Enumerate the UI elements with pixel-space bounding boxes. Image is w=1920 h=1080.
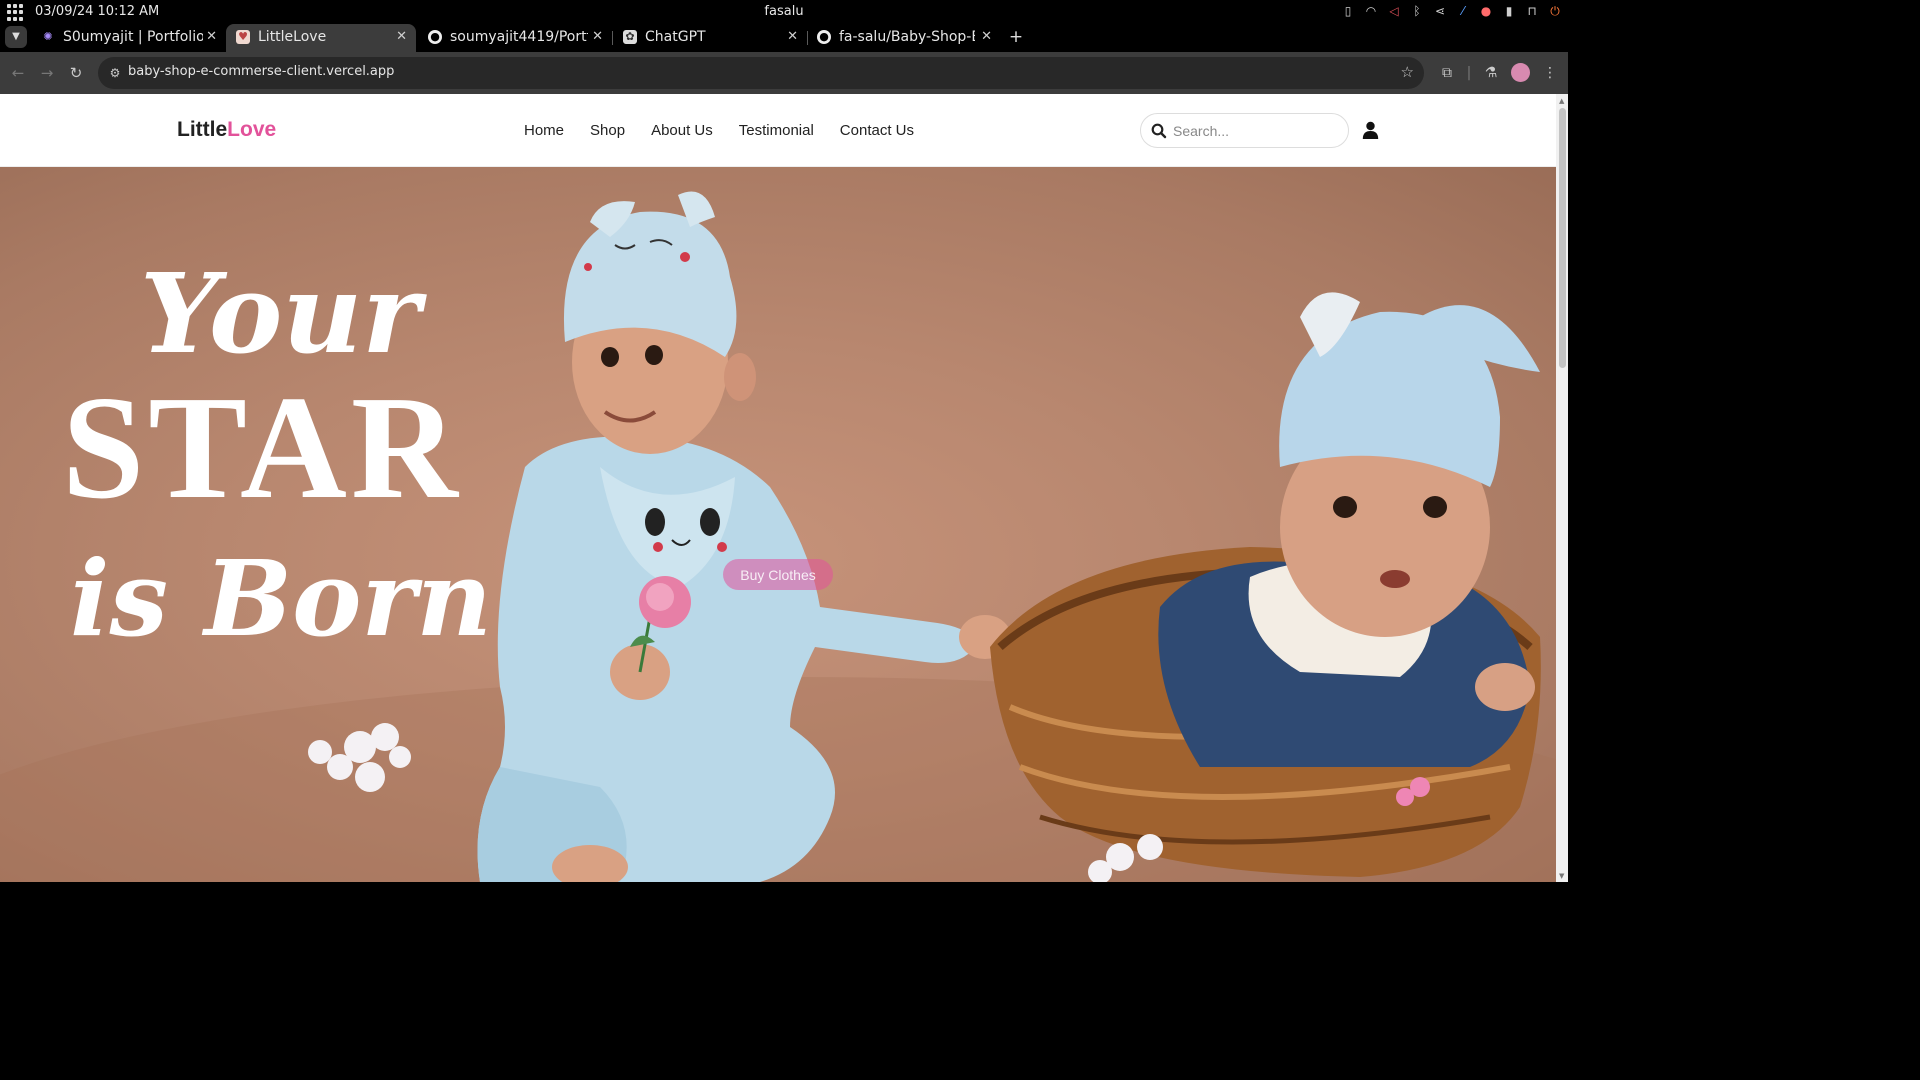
share-icon[interactable]: ⋖ xyxy=(1433,3,1447,19)
scrollbar-thumb[interactable] xyxy=(1559,108,1566,368)
address-bar-url[interactable]: baby-shop-e-commerse-client.vercel.app xyxy=(128,64,394,79)
logo-text-love: Love xyxy=(227,118,277,141)
system-hostname: fasalu xyxy=(764,4,804,19)
battery-icon: ▮ xyxy=(1505,4,1513,18)
scroll-up-arrow-icon[interactable]: ▲ xyxy=(1559,97,1564,105)
hero-line-your: Your xyxy=(140,249,427,378)
nav-about-us[interactable]: About Us xyxy=(651,122,713,139)
profile-avatar-icon[interactable] xyxy=(1511,63,1530,82)
github-icon: ● xyxy=(817,30,831,44)
tab-portfolio[interactable]: ✺ S0umyajit | Portfolio ✕ xyxy=(31,24,226,52)
tab-search-chevron-down-icon[interactable]: ▼ xyxy=(5,26,27,48)
back-arrow-icon[interactable]: ← xyxy=(8,63,28,83)
lock-icon[interactable]: ⊓ xyxy=(1525,3,1539,19)
reload-icon[interactable]: ↻ xyxy=(66,63,86,83)
system-tray: ▯ ◠ ◁ ᛒ ⋖ ⁄ ● ▮ ⊓ ⏻ xyxy=(1341,3,1562,19)
hero-line-star: STAR xyxy=(62,366,462,530)
close-tab-icon[interactable]: ✕ xyxy=(206,29,217,44)
labs-flask-icon[interactable]: ⚗ xyxy=(1481,63,1501,83)
littlelove-icon: ♥ xyxy=(236,30,250,44)
system-top-bar: 03/09/24 10:12 AM fasalu ▯ ◠ ◁ ᛒ ⋖ ⁄ ● ▮… xyxy=(0,0,1568,24)
search-input[interactable] xyxy=(1173,120,1341,142)
site-search-box[interactable] xyxy=(1140,113,1349,148)
close-tab-icon[interactable]: ✕ xyxy=(396,29,407,44)
baby-right-illustration xyxy=(1158,292,1540,767)
pen-icon[interactable]: ⁄ xyxy=(1456,3,1470,19)
wifi-icon[interactable]: ◠ xyxy=(1364,3,1378,19)
bookmark-star-icon[interactable]: ☆ xyxy=(1401,63,1414,81)
search-icon xyxy=(1151,123,1167,139)
site-navbar: LittleLove Home Shop About Us Testimonia… xyxy=(0,94,1556,167)
close-tab-icon[interactable]: ✕ xyxy=(592,29,603,44)
hero-line-born: is Born xyxy=(70,537,492,660)
hero-image: Your STAR is Born xyxy=(0,191,1556,882)
nav-home[interactable]: Home xyxy=(524,122,564,139)
portfolio-icon: ✺ xyxy=(43,30,53,43)
record-icon[interactable]: ● xyxy=(1479,3,1493,19)
hero-headline: Your STAR is Born xyxy=(62,249,492,660)
chatgpt-icon: ✿ xyxy=(623,30,637,44)
github-icon: ● xyxy=(428,30,442,44)
page-scrollbar[interactable]: ▲ ▼ xyxy=(1556,94,1568,882)
scroll-down-arrow-icon[interactable]: ▼ xyxy=(1559,872,1564,880)
user-account-icon[interactable] xyxy=(1362,121,1379,139)
close-tab-icon[interactable]: ✕ xyxy=(981,29,992,44)
bluetooth-icon[interactable]: ᛒ xyxy=(1410,3,1424,19)
buy-clothes-button[interactable]: Buy Clothes xyxy=(723,559,833,590)
phone-icon[interactable]: ▯ xyxy=(1341,3,1355,19)
close-tab-icon[interactable]: ✕ xyxy=(787,29,798,44)
toolbar-divider: | xyxy=(1466,65,1472,81)
tab-github-portfolio[interactable]: ● soumyajit4419/Portfo ✕ xyxy=(418,24,613,52)
address-bar[interactable]: ⚙ baby-shop-e-commerse-client.vercel.app… xyxy=(98,57,1424,89)
forward-arrow-icon[interactable]: → xyxy=(37,63,57,83)
tab-littlelove[interactable]: ♥ LittleLove ✕ xyxy=(226,24,416,52)
volume-muted-icon[interactable]: ◁ xyxy=(1387,3,1401,19)
nav-shop[interactable]: Shop xyxy=(590,122,625,139)
browser-toolbar: ← → ↻ ⚙ baby-shop-e-commerse-client.verc… xyxy=(0,52,1568,94)
tab-chatgpt[interactable]: ✿ ChatGPT ✕ xyxy=(613,24,808,52)
logo-text-little: Little xyxy=(177,118,228,141)
power-icon[interactable]: ⏻ xyxy=(1548,3,1562,19)
main-nav: Home Shop About Us Testimonial Contact U… xyxy=(524,122,914,139)
tab-github-babyshop[interactable]: ● fa-salu/Baby-Shop-E-C ✕ xyxy=(807,24,1001,52)
browser-tab-strip: ▼ ✺ S0umyajit | Portfolio ✕ ♥ LittleLove… xyxy=(0,24,1568,52)
browser-menu-kebab-icon[interactable]: ⋮ xyxy=(1540,63,1560,83)
extensions-puzzle-icon[interactable]: ⧉ xyxy=(1437,63,1457,83)
new-tab-plus-icon[interactable]: + xyxy=(1008,27,1024,47)
site-info-icon[interactable]: ⚙ xyxy=(106,64,124,82)
hero-banner: Your STAR is Born Buy Clothes xyxy=(0,167,1556,882)
site-logo[interactable]: LittleLove xyxy=(177,118,276,142)
nav-testimonial[interactable]: Testimonial xyxy=(739,122,814,139)
nav-contact-us[interactable]: Contact Us xyxy=(840,122,914,139)
page-viewport: LittleLove Home Shop About Us Testimonia… xyxy=(0,94,1568,882)
